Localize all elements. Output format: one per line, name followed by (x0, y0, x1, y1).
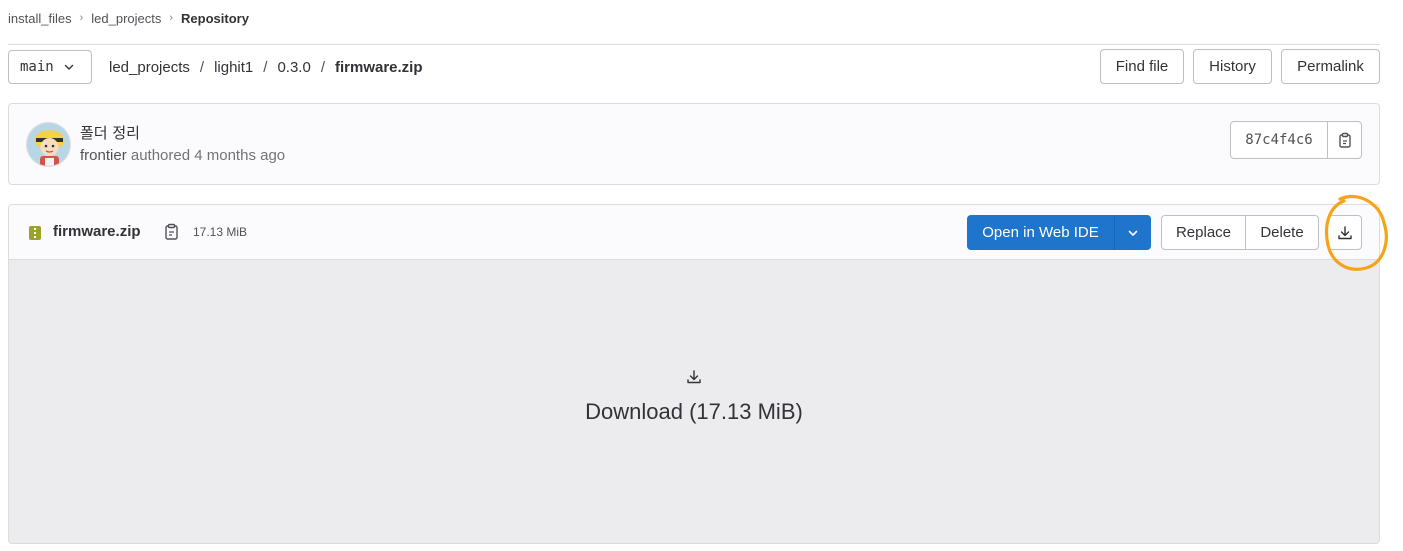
history-button[interactable]: History (1193, 49, 1272, 84)
commit-title[interactable]: 폴더 정리 (80, 122, 140, 143)
path-segment-project[interactable]: led_projects (109, 59, 190, 76)
file-name: firmware.zip (53, 223, 141, 240)
chevron-down-icon (1128, 230, 1138, 236)
file-viewer: firmware.zip 17.13 MiB Open in Web IDE R… (8, 204, 1380, 544)
path-segment-version[interactable]: 0.3.0 (277, 59, 310, 76)
zip-file-icon (29, 226, 41, 240)
file-body: Download (17.13 MiB) (9, 260, 1379, 543)
branch-selector[interactable]: main (8, 50, 92, 84)
commit-sha-group: 87c4f4c6 (1230, 121, 1362, 159)
breadcrumb-item-install-files[interactable]: install_files (8, 11, 72, 26)
breadcrumb-item-led-projects[interactable]: led_projects (91, 11, 161, 26)
chevron-down-icon (64, 64, 73, 70)
commit-author[interactable]: frontier (80, 147, 127, 164)
path-segment-folder[interactable]: lighit1 (214, 59, 253, 76)
commit-sha[interactable]: 87c4f4c6 (1231, 122, 1328, 158)
open-web-ide-button[interactable]: Open in Web IDE (967, 215, 1115, 250)
download-button[interactable] (1327, 215, 1362, 250)
edit-button-group: Replace Delete (1161, 215, 1319, 250)
chevron-right-icon: › (79, 12, 84, 24)
breadcrumb-item-repository[interactable]: Repository (181, 11, 249, 26)
file-size: 17.13 MiB (193, 225, 248, 239)
find-file-button[interactable]: Find file (1100, 49, 1184, 84)
commit-meta: frontier authored 4 months ago (80, 147, 285, 164)
avatar[interactable] (26, 122, 71, 167)
delete-button[interactable]: Delete (1246, 216, 1318, 249)
download-icon[interactable] (686, 369, 702, 385)
branch-name: main (20, 59, 54, 75)
ide-dropdown-toggle[interactable] (1115, 215, 1151, 250)
chevron-right-icon: › (169, 12, 174, 24)
download-link[interactable]: Download (17.13 MiB) (9, 399, 1379, 425)
download-icon (1337, 225, 1352, 239)
commit-authored-text: authored 4 months ago (130, 147, 286, 164)
replace-button[interactable]: Replace (1162, 216, 1246, 249)
divider (8, 44, 1380, 45)
path-separator: / (320, 58, 325, 76)
web-ide-button-group: Open in Web IDE (967, 215, 1151, 250)
copy-file-path-icon[interactable] (164, 223, 180, 241)
file-header: firmware.zip 17.13 MiB Open in Web IDE R… (9, 205, 1379, 260)
file-path: led_projects / lighit1 / 0.3.0 / firmwar… (109, 57, 423, 77)
path-segment-file: firmware.zip (334, 58, 423, 76)
copy-icon (1338, 132, 1351, 148)
path-separator: / (263, 58, 268, 76)
permalink-button[interactable]: Permalink (1281, 49, 1380, 84)
last-commit-box: 폴더 정리 frontier authored 4 months ago 87c… (8, 103, 1380, 185)
copy-sha-button[interactable] (1328, 122, 1361, 158)
breadcrumb: install_files › led_projects › Repositor… (8, 9, 249, 27)
avatar-image (27, 123, 70, 166)
path-separator: / (199, 58, 205, 76)
